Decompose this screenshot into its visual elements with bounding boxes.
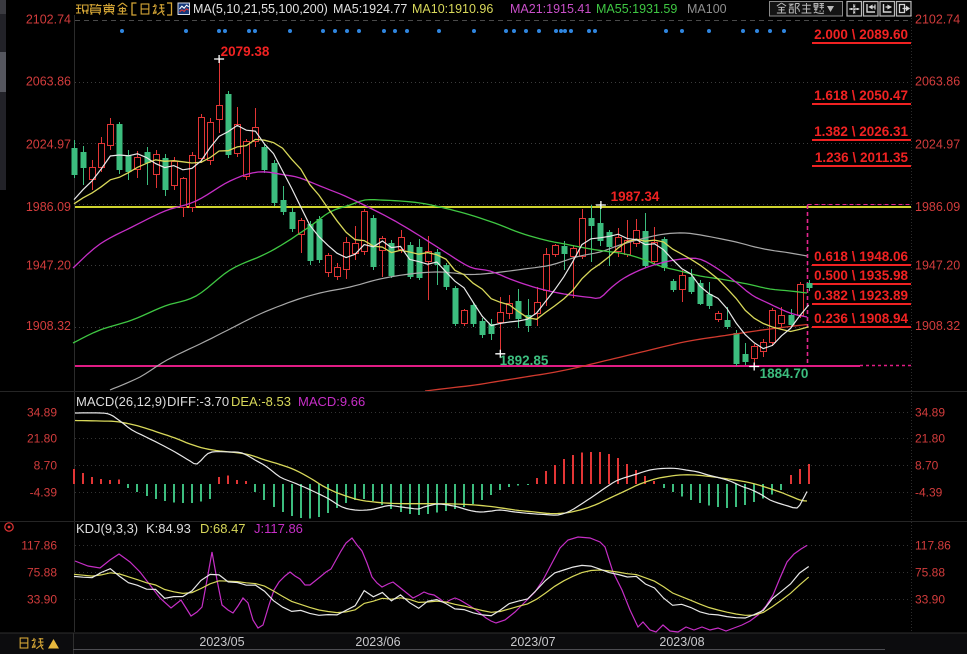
svg-text:MA100: MA100 — [687, 2, 727, 16]
svg-text:117.86: 117.86 — [915, 539, 951, 553]
svg-text:2102.74: 2102.74 — [26, 13, 71, 27]
svg-text:MA21:1915.41: MA21:1915.41 — [510, 2, 591, 16]
svg-text:34.89: 34.89 — [27, 406, 57, 420]
svg-text:MACD:9.66: MACD:9.66 — [298, 394, 365, 409]
svg-text:117.86: 117.86 — [21, 539, 57, 553]
svg-text:33.90: 33.90 — [915, 593, 945, 607]
svg-text:33.90: 33.90 — [27, 593, 57, 607]
svg-text:21.80: 21.80 — [915, 432, 945, 446]
svg-text:1.618 \ 2050.47: 1.618 \ 2050.47 — [814, 88, 908, 103]
svg-text:KDJ(9,3,3): KDJ(9,3,3) — [76, 521, 138, 536]
svg-text:2024.97: 2024.97 — [915, 138, 960, 152]
svg-text:2023/07: 2023/07 — [510, 635, 555, 649]
svg-text:1908.32: 1908.32 — [915, 319, 960, 333]
svg-text:DEA:-8.53: DEA:-8.53 — [231, 394, 291, 409]
svg-text:1.382 \ 2026.31: 1.382 \ 2026.31 — [814, 124, 908, 139]
svg-text:J:117.86: J:117.86 — [254, 521, 303, 536]
svg-text:DIFF:-3.70: DIFF:-3.70 — [167, 394, 229, 409]
svg-text:D:68.47: D:68.47 — [200, 521, 246, 536]
svg-text:75.88: 75.88 — [915, 566, 945, 580]
svg-text:1892.85: 1892.85 — [500, 353, 549, 368]
svg-text:2063.86: 2063.86 — [26, 75, 71, 89]
svg-text:0.618 \ 1948.06: 0.618 \ 1948.06 — [814, 249, 908, 264]
svg-text:2024.97: 2024.97 — [26, 138, 71, 152]
svg-text:2023/05: 2023/05 — [199, 635, 244, 649]
svg-text:1884.70: 1884.70 — [760, 366, 809, 381]
svg-text:2102.74: 2102.74 — [915, 13, 960, 27]
svg-text:1986.09: 1986.09 — [26, 200, 71, 214]
svg-text:MACD(26,12,9): MACD(26,12,9) — [76, 394, 166, 409]
svg-text:2079.38: 2079.38 — [221, 44, 270, 59]
svg-text:8.70: 8.70 — [34, 459, 58, 473]
svg-text:0.500 \ 1935.98: 0.500 \ 1935.98 — [814, 268, 908, 283]
svg-text:1947.20: 1947.20 — [915, 258, 960, 272]
svg-text:1986.09: 1986.09 — [915, 200, 960, 214]
svg-text:1908.32: 1908.32 — [26, 319, 71, 333]
svg-text:1947.20: 1947.20 — [26, 258, 71, 272]
svg-text:MA10:1910.96: MA10:1910.96 — [412, 2, 493, 16]
svg-text:1.236 \ 2011.35: 1.236 \ 2011.35 — [815, 150, 909, 165]
svg-text:2023/08: 2023/08 — [659, 635, 704, 649]
svg-text:1987.34: 1987.34 — [611, 189, 660, 204]
svg-text:K:84.93: K:84.93 — [146, 521, 191, 536]
svg-text:MA5:1924.77: MA5:1924.77 — [333, 2, 407, 16]
svg-text:2063.86: 2063.86 — [915, 75, 960, 89]
svg-text:0.236 \ 1908.94: 0.236 \ 1908.94 — [814, 311, 908, 326]
svg-text:75.88: 75.88 — [27, 566, 57, 580]
svg-text:2023/06: 2023/06 — [355, 635, 400, 649]
svg-text:8.70: 8.70 — [915, 459, 939, 473]
svg-text:MA55:1931.59: MA55:1931.59 — [596, 2, 677, 16]
svg-text:MA(5,10,21,55,100,200): MA(5,10,21,55,100,200) — [193, 2, 328, 16]
svg-text:-4.39: -4.39 — [30, 486, 58, 500]
svg-text:34.89: 34.89 — [915, 406, 945, 420]
svg-text:2.000 \ 2089.60: 2.000 \ 2089.60 — [814, 27, 908, 42]
svg-text:-4.39: -4.39 — [915, 486, 943, 500]
svg-text:0.382 \ 1923.89: 0.382 \ 1923.89 — [814, 288, 908, 303]
svg-text:21.80: 21.80 — [27, 432, 57, 446]
